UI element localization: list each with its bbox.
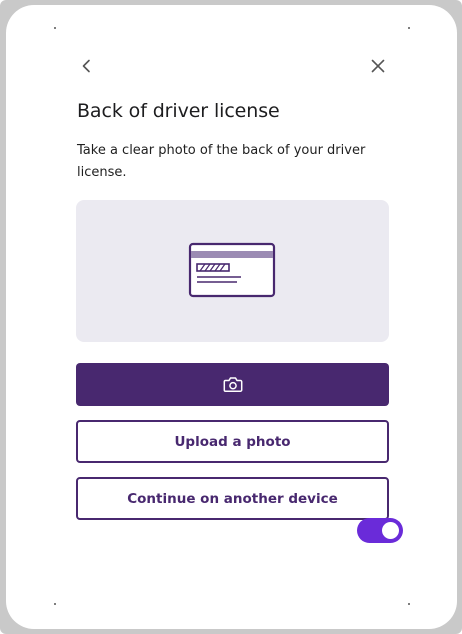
upload-photo-label: Upload a photo bbox=[174, 433, 291, 450]
license-illustration bbox=[76, 200, 389, 342]
corner-dot bbox=[408, 27, 410, 29]
card-back-icon bbox=[188, 242, 275, 298]
take-photo-button[interactable] bbox=[76, 363, 389, 406]
chevron-left-icon bbox=[82, 59, 90, 73]
back-button[interactable] bbox=[76, 55, 98, 77]
upload-photo-button[interactable]: Upload a photo bbox=[76, 420, 389, 463]
toggle-switch[interactable] bbox=[357, 518, 403, 543]
verification-card: Back of driver license Take a clear phot… bbox=[6, 5, 457, 629]
corner-dot bbox=[408, 603, 410, 605]
corner-dot bbox=[54, 603, 56, 605]
camera-icon bbox=[223, 377, 242, 392]
corner-dot bbox=[54, 27, 56, 29]
close-button[interactable] bbox=[367, 55, 389, 77]
continue-another-device-label: Continue on another device bbox=[127, 490, 338, 507]
toggle-knob bbox=[382, 522, 399, 539]
page-title: Back of driver license bbox=[77, 100, 280, 122]
continue-another-device-button[interactable]: Continue on another device bbox=[76, 477, 389, 520]
instruction-text: Take a clear photo of the back of your d… bbox=[77, 143, 366, 180]
close-icon bbox=[371, 59, 385, 73]
window-frame: Back of driver license Take a clear phot… bbox=[0, 0, 462, 634]
